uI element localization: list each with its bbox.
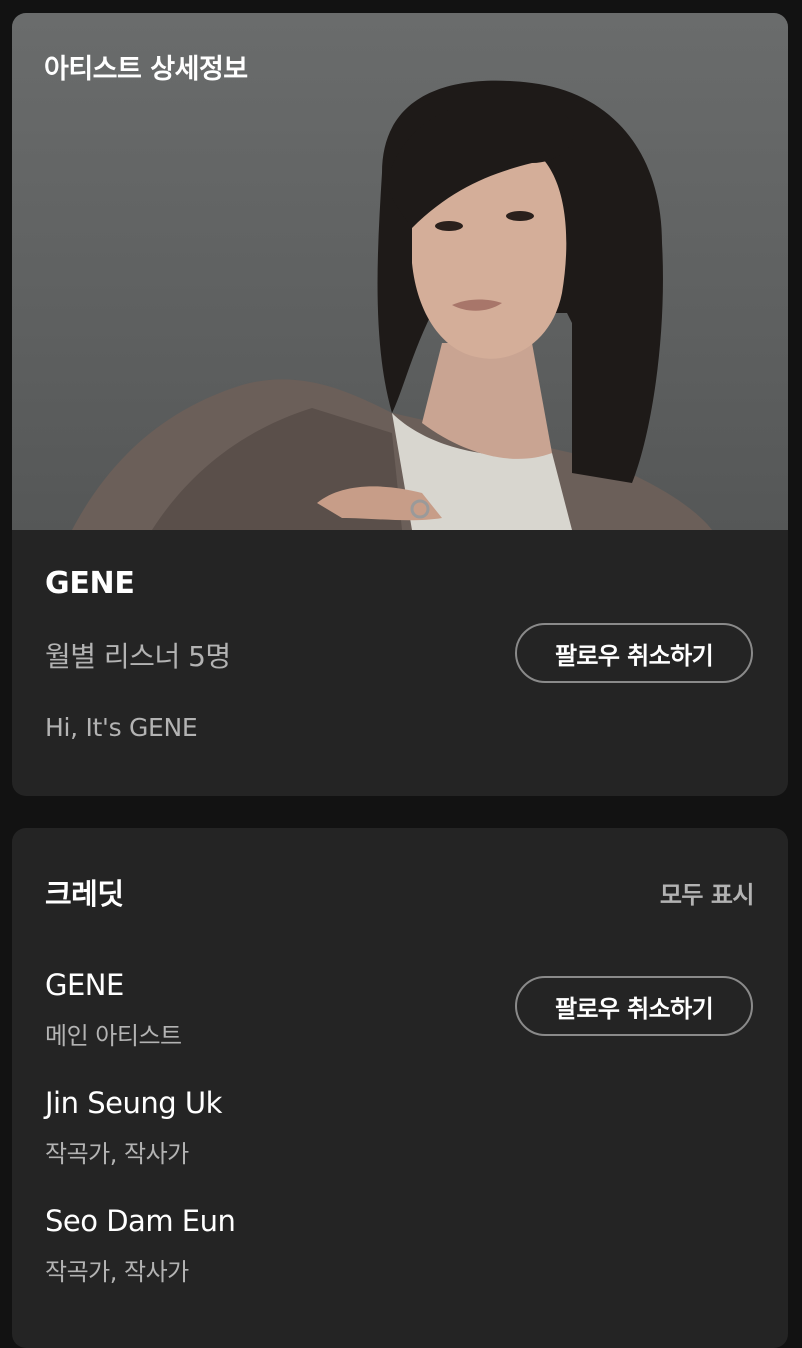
- credit-item: Jin Seung Uk 작곡가, 작사가: [45, 1086, 755, 1186]
- credit-name[interactable]: Jin Seung Uk: [45, 1086, 222, 1120]
- artist-name[interactable]: GENE: [45, 566, 135, 601]
- artist-bio: Hi, It's GENE: [45, 713, 198, 742]
- monthly-listeners: 월별 리스너 5명: [45, 640, 231, 673]
- unfollow-button[interactable]: 팔로우 취소하기: [515, 623, 753, 683]
- artist-details-title: 아티스트 상세정보: [44, 54, 248, 85]
- credit-item: Seo Dam Eun 작곡가, 작사가: [45, 1204, 755, 1304]
- credit-role: 메인 아티스트: [45, 1022, 182, 1050]
- credits-card: 크레딧 모두 표시 GENE 메인 아티스트 팔로우 취소하기 Jin Seun…: [12, 828, 788, 1348]
- credit-role: 작곡가, 작사가: [45, 1258, 189, 1286]
- show-all-link[interactable]: 모두 표시: [660, 875, 755, 910]
- credit-role: 작곡가, 작사가: [45, 1140, 189, 1168]
- credits-title: 크레딧: [45, 877, 124, 911]
- artist-photo-illustration: [72, 80, 712, 530]
- credit-unfollow-button[interactable]: 팔로우 취소하기: [515, 976, 753, 1036]
- credit-name[interactable]: GENE: [45, 968, 124, 1002]
- credit-name[interactable]: Seo Dam Eun: [45, 1204, 236, 1238]
- artist-details-card: 아티스트 상세정보 GENE 월별 리스너 5명 팔로우 취소하기 Hi, It…: [12, 13, 788, 796]
- artist-photo: 아티스트 상세정보: [12, 13, 788, 530]
